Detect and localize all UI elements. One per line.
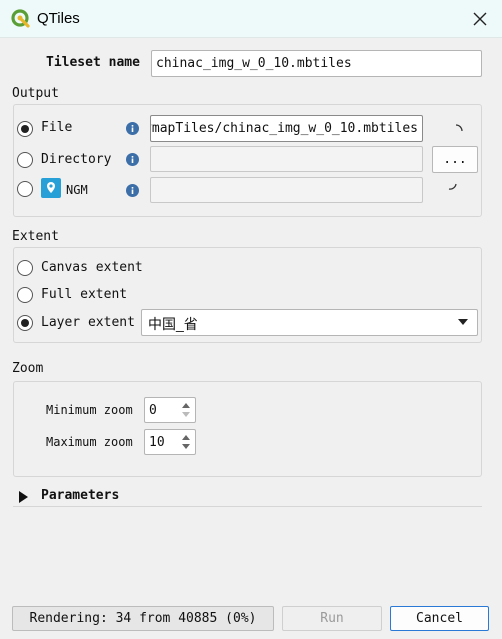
info-icon xyxy=(126,153,139,166)
ngm-radio[interactable] xyxy=(17,181,33,197)
zoom-group xyxy=(13,381,482,477)
progress-text: Rendering: 34 from 40885 (0%) xyxy=(29,611,257,626)
minimum-zoom-value: 0 xyxy=(149,403,157,418)
layer-select-value: 中国_省 xyxy=(148,316,198,332)
full-extent-radio[interactable] xyxy=(17,287,33,303)
ngm-logo-icon xyxy=(41,178,61,198)
file-radio[interactable] xyxy=(17,121,33,137)
chevron-right-icon[interactable] xyxy=(18,490,30,504)
output-label: Output xyxy=(12,86,59,101)
layer-extent-label: Layer extent xyxy=(41,315,135,330)
window-title: QTiles xyxy=(37,10,80,27)
zoom-label: Zoom xyxy=(12,361,44,376)
cancel-button[interactable]: Cancel xyxy=(390,606,489,631)
file-path-input[interactable]: ymapTiles/chinac_img_w_0_10.mbtiles xyxy=(150,115,423,142)
info-icon xyxy=(126,122,139,135)
tileset-name-label: Tileset name xyxy=(46,55,140,70)
canvas-extent-radio[interactable] xyxy=(17,260,33,276)
canvas-extent-label: Canvas extent xyxy=(41,260,143,275)
layer-extent-radio[interactable] xyxy=(17,315,33,331)
progress-bar: Rendering: 34 from 40885 (0%) xyxy=(12,606,274,631)
tileset-name-input[interactable]: chinac_img_w_0_10.mbtiles xyxy=(151,50,482,77)
spin-down-icon[interactable] xyxy=(178,441,194,453)
file-label: File xyxy=(41,120,73,135)
minimum-zoom-label: Minimum zoom xyxy=(46,403,133,417)
chevron-down-icon xyxy=(458,319,468,325)
loading-spinner-icon xyxy=(455,124,463,132)
extent-label: Extent xyxy=(12,229,59,244)
maximum-zoom-label: Maximum zoom xyxy=(46,435,133,449)
ngm-label: NGM xyxy=(66,183,88,197)
layer-select[interactable]: 中国_省 xyxy=(141,309,478,336)
qgis-icon xyxy=(11,9,30,28)
parameters-label: Parameters xyxy=(41,488,120,503)
maximum-zoom-value: 10 xyxy=(149,435,165,450)
run-button[interactable]: Run xyxy=(282,606,382,631)
info-icon xyxy=(126,184,139,197)
ngm-input[interactable] xyxy=(150,177,423,203)
loading-spinner-icon xyxy=(448,183,457,190)
full-extent-label: Full extent xyxy=(41,287,128,302)
directory-radio[interactable] xyxy=(17,152,33,168)
directory-label: Directory xyxy=(41,152,112,167)
close-icon[interactable] xyxy=(468,7,492,31)
spin-down-icon[interactable] xyxy=(178,409,194,421)
browse-button[interactable]: ... xyxy=(432,146,478,173)
directory-input[interactable] xyxy=(150,146,423,172)
